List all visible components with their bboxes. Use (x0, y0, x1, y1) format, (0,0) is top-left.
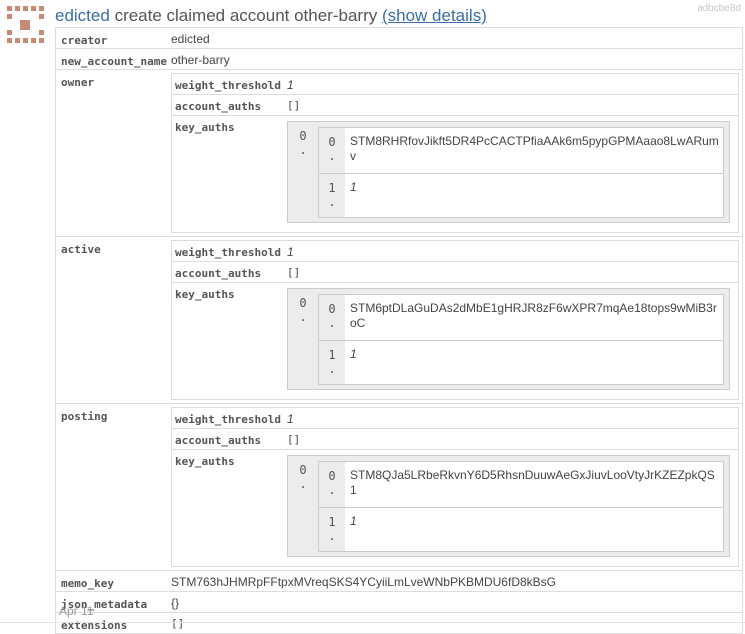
key-auths-array: 0. 0. STM8RHRfovJikft5DR4PcCACTPfiaAAk6m… (287, 121, 730, 223)
authority-table: weight_threshold 1 account_auths [] key_… (171, 240, 739, 400)
key-auths-row: key_auths 0. 0. STM6ptDLaGuDAs2dMbE1gHRJ… (172, 283, 738, 400)
operation-card: edicted create claimed account other-bar… (0, 0, 745, 634)
field-key: account_auths (175, 267, 262, 280)
key-weight: 1 (350, 180, 357, 194)
pub-key-entry: 0. STM8QJa5LRbeRkvnY6D5RhsnDuuwAeGxJiuvL… (318, 461, 724, 508)
show-details-link[interactable]: (show details) (382, 6, 487, 25)
key-auths-array: 0. 0. STM8QJa5LRbeRkvnY6D5RhsnDuuwAeGxJi… (287, 455, 730, 557)
weight-entry: 1. 1 (318, 174, 724, 218)
operation-description: create claimed account other-barry (114, 6, 378, 25)
operation-header: edicted create claimed account other-bar… (55, 6, 487, 26)
field-row-posting: posting weight_threshold 1 account_auths… (56, 404, 742, 571)
field-key: posting (61, 410, 108, 423)
field-value: [] (287, 99, 301, 112)
array-index: 0. (319, 128, 345, 173)
field-value: 1 (287, 412, 294, 426)
weight-entry: 1. 1 (318, 341, 724, 385)
weight-entry: 1. 1 (318, 508, 724, 552)
account-auths-row: account_auths [] (172, 95, 738, 116)
field-value: {} (171, 596, 180, 610)
field-row-json-metadata: json_metadata {} (56, 592, 742, 613)
array-index: 0. (299, 296, 307, 324)
weight-threshold-row: weight_threshold 1 (172, 408, 738, 429)
key-weight: 1 (350, 347, 357, 361)
authority-value: weight_threshold 1 account_auths [] key_… (169, 70, 742, 236)
weight-threshold-row: weight_threshold 1 (172, 74, 738, 95)
authority-table: weight_threshold 1 account_auths [] key_… (171, 407, 739, 567)
field-key: account_auths (175, 100, 262, 113)
operation-date: Apr 11 (59, 604, 94, 618)
field-value: other-barry (171, 53, 230, 67)
array-index: 0. (299, 463, 307, 491)
authority-value: weight_threshold 1 account_auths [] key_… (169, 404, 742, 570)
public-key: STM8QJa5LRbeRkvnY6D5RhsnDuuwAeGxJiuvLooV… (350, 468, 715, 497)
field-value: 1 (287, 78, 294, 92)
array-index: 0. (299, 129, 307, 157)
authority-value: weight_threshold 1 account_auths [] key_… (169, 237, 742, 403)
account-auths-row: account_auths [] (172, 262, 738, 283)
field-key: weight_threshold (175, 79, 281, 92)
field-key: key_auths (175, 121, 235, 134)
field-key: account_auths (175, 434, 262, 447)
pub-key-entry: 0. STM8RHRfovJikft5DR4PcCACTPfiaAAk6m5py… (318, 127, 724, 174)
field-row-owner: owner weight_threshold 1 account_auths [… (56, 70, 742, 237)
authority-table: weight_threshold 1 account_auths [] key_… (171, 73, 739, 233)
pub-key-entry: 0. STM6ptDLaGuDAs2dMbE1gHRJR8zF6wXPR7mqA… (318, 294, 724, 341)
field-key: weight_threshold (175, 413, 281, 426)
key-weight: 1 (350, 514, 357, 528)
field-row-extensions: extensions [] (56, 613, 742, 634)
field-value: [] (171, 617, 185, 630)
field-key: active (61, 243, 101, 256)
key-auths-row: key_auths 0. 0. STM8RHRfovJikft5DR4PcCAC… (172, 116, 738, 233)
avatar[interactable] (6, 5, 46, 45)
field-value: STM763hJHMRpFFtpxMVreqSKS4YCyiiLmLveWNbP… (171, 575, 556, 589)
array-index: 0. (319, 295, 345, 340)
field-row-creator: creator edicted (56, 28, 742, 49)
field-key: owner (61, 76, 95, 89)
array-index: 1. (319, 341, 345, 384)
public-key: STM8RHRfovJikft5DR4PcCACTPfiaAAk6m5pypGP… (350, 134, 719, 163)
key-auths-array: 0. 0. STM6ptDLaGuDAs2dMbE1gHRJR8zF6wXPR7… (287, 288, 730, 390)
array-index: 0. (319, 462, 345, 507)
user-link[interactable]: edicted (55, 6, 110, 25)
array-index: 1. (319, 508, 345, 551)
field-value: [] (287, 433, 301, 446)
public-key: STM6ptDLaGuDAs2dMbE1gHRJR8zF6wXPR7mqAe18… (350, 301, 717, 330)
operation-table: creator edicted new_account_name other-b… (55, 27, 743, 634)
field-value: 1 (287, 245, 294, 259)
account-auths-row: account_auths [] (172, 429, 738, 450)
field-key: key_auths (175, 288, 235, 301)
field-key: new_account_name (61, 55, 167, 68)
field-value: edicted (171, 32, 210, 46)
transaction-id-link[interactable]: adbcbe8d (697, 3, 741, 14)
field-key: creator (61, 34, 108, 47)
field-row-active: active weight_threshold 1 account_auths … (56, 237, 742, 404)
field-value: [] (287, 266, 301, 279)
key-auths-row: key_auths 0. 0. STM8QJa5LRbeRkvnY6D5Rhsn… (172, 450, 738, 567)
field-key: weight_threshold (175, 246, 281, 259)
field-key: memo_key (61, 577, 114, 590)
weight-threshold-row: weight_threshold 1 (172, 241, 738, 262)
field-key: key_auths (175, 455, 235, 468)
field-row-new-account-name: new_account_name other-barry (56, 49, 742, 70)
field-row-memo-key: memo_key STM763hJHMRpFFtpxMVreqSKS4YCyii… (56, 571, 742, 592)
divider (0, 622, 745, 623)
array-index: 1. (319, 174, 345, 217)
